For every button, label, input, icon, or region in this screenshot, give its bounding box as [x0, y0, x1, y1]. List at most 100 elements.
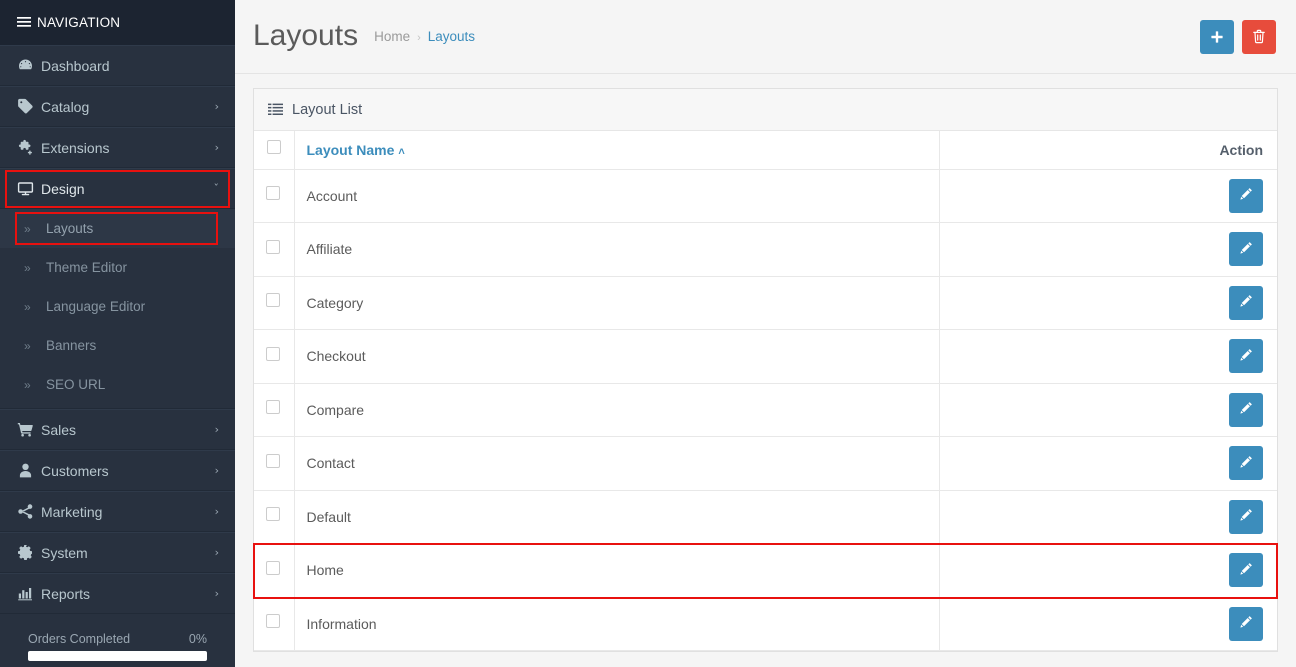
- row-select-cell: [254, 223, 294, 277]
- edit-button[interactable]: [1229, 553, 1263, 587]
- pencil-icon: [1239, 348, 1253, 365]
- edit-button[interactable]: [1229, 339, 1263, 373]
- sidebar-subitem-banners[interactable]: » Banners: [0, 326, 235, 365]
- double-chevron-icon: »: [24, 378, 46, 392]
- double-chevron-icon: »: [24, 300, 46, 314]
- table-body: AccountAffiliateCategoryCheckoutCompareC…: [254, 169, 1277, 651]
- sidebar-item-reports[interactable]: Reports ›: [0, 573, 235, 614]
- row-action-cell: [939, 276, 1277, 330]
- edit-button[interactable]: [1229, 232, 1263, 266]
- tag-icon: [17, 98, 41, 115]
- edit-button[interactable]: [1229, 179, 1263, 213]
- row-checkbox[interactable]: [266, 507, 280, 521]
- edit-button[interactable]: [1229, 393, 1263, 427]
- hamburger-icon[interactable]: [17, 16, 31, 30]
- edit-button[interactable]: [1229, 607, 1263, 641]
- chevron-right-icon: ›: [215, 423, 219, 436]
- chevron-right-icon: ›: [417, 32, 421, 44]
- sidebar-subitem-label: Layouts: [46, 221, 93, 236]
- sidebar-item-system[interactable]: System ›: [0, 532, 235, 573]
- sidebar-item-design[interactable]: Design ˇ: [0, 168, 235, 209]
- content-area: Layout List Layout Name˄: [235, 74, 1296, 652]
- row-select-cell: [254, 330, 294, 384]
- row-checkbox[interactable]: [266, 293, 280, 307]
- table-row: Home: [254, 544, 1277, 598]
- sidebar-item-sales[interactable]: Sales ›: [0, 409, 235, 450]
- sidebar-item-customers[interactable]: Customers ›: [0, 450, 235, 491]
- select-all-header: [254, 131, 294, 169]
- chevron-right-icon: ›: [215, 141, 219, 154]
- layout-table: Layout Name˄ Action AccountAffiliateCate…: [254, 131, 1277, 651]
- sidebar-header[interactable]: NAVIGATION: [0, 0, 235, 45]
- sidebar-subitem-seo-url[interactable]: » SEO URL: [0, 365, 235, 404]
- orders-completed-label: Orders Completed: [28, 632, 130, 646]
- pencil-icon: [1239, 455, 1253, 472]
- edit-button[interactable]: [1229, 500, 1263, 534]
- double-chevron-icon: »: [24, 261, 46, 275]
- breadcrumb: Home › Layouts: [374, 29, 475, 44]
- row-checkbox[interactable]: [266, 400, 280, 414]
- row-select-cell: [254, 597, 294, 651]
- puzzle-icon: [17, 139, 41, 156]
- breadcrumb-current[interactable]: Layouts: [428, 29, 475, 44]
- layout-name-cell: Information: [294, 597, 939, 651]
- page-title: Layouts: [253, 21, 358, 53]
- edit-button[interactable]: [1229, 286, 1263, 320]
- sidebar: NAVIGATION Dashboard Catalog ›: [0, 0, 235, 667]
- row-action-cell: [939, 330, 1277, 384]
- sidebar-item-dashboard[interactable]: Dashboard: [0, 45, 235, 86]
- sidebar-item-label: Customers: [41, 463, 215, 479]
- row-checkbox[interactable]: [266, 614, 280, 628]
- row-checkbox[interactable]: [266, 454, 280, 468]
- row-action-cell: [939, 544, 1277, 598]
- row-select-cell: [254, 383, 294, 437]
- edit-button[interactable]: [1229, 446, 1263, 480]
- sidebar-item-extensions[interactable]: Extensions ›: [0, 127, 235, 168]
- layout-name-cell: Compare: [294, 383, 939, 437]
- sidebar-subitem-theme-editor[interactable]: » Theme Editor: [0, 248, 235, 287]
- row-action-cell: [939, 597, 1277, 651]
- table-head: Layout Name˄ Action: [254, 131, 1277, 169]
- table-row: Account: [254, 169, 1277, 223]
- main-content: Layouts Home › Layouts: [235, 0, 1296, 667]
- row-checkbox[interactable]: [266, 186, 280, 200]
- app-root: NAVIGATION Dashboard Catalog ›: [0, 0, 1296, 667]
- orders-completed-value: 0%: [189, 632, 207, 646]
- row-action-cell: [939, 383, 1277, 437]
- delete-button[interactable]: [1242, 20, 1276, 54]
- breadcrumb-home[interactable]: Home: [374, 29, 410, 44]
- row-checkbox[interactable]: [266, 347, 280, 361]
- sidebar-subitem-language-editor[interactable]: » Language Editor: [0, 287, 235, 326]
- sidebar-item-label: Catalog: [41, 99, 215, 115]
- sidebar-item-label: Reports: [41, 586, 215, 602]
- page-header-actions: [1200, 20, 1276, 54]
- row-checkbox[interactable]: [266, 561, 280, 575]
- row-action-cell: [939, 437, 1277, 491]
- sidebar-subitem-label: SEO URL: [46, 377, 105, 392]
- row-checkbox[interactable]: [266, 240, 280, 254]
- layout-name-cell: Home: [294, 544, 939, 598]
- row-select-cell: [254, 169, 294, 223]
- sidebar-subitem-layouts[interactable]: » Layouts: [0, 209, 235, 248]
- select-all-checkbox[interactable]: [267, 140, 281, 154]
- sort-ascending-icon: ˄: [398, 146, 404, 158]
- table-row: Category: [254, 276, 1277, 330]
- pencil-icon: [1239, 508, 1253, 525]
- row-select-cell: [254, 490, 294, 544]
- pencil-icon: [1239, 562, 1253, 579]
- plus-icon: [1210, 30, 1224, 44]
- orders-completed-widget: Orders Completed 0%: [20, 628, 215, 661]
- list-icon: [268, 103, 283, 116]
- layout-name-cell: Affiliate: [294, 223, 939, 277]
- sidebar-item-marketing[interactable]: Marketing ›: [0, 491, 235, 532]
- add-new-button[interactable]: [1200, 20, 1234, 54]
- table-row: Contact: [254, 437, 1277, 491]
- pencil-icon: [1239, 241, 1253, 258]
- row-action-cell: [939, 490, 1277, 544]
- double-chevron-icon: »: [24, 339, 46, 353]
- chevron-right-icon: ›: [215, 464, 219, 477]
- chart-icon: [17, 585, 41, 602]
- table-row: Default: [254, 490, 1277, 544]
- sidebar-item-catalog[interactable]: Catalog ›: [0, 86, 235, 127]
- column-header-layout-name[interactable]: Layout Name˄: [294, 131, 939, 169]
